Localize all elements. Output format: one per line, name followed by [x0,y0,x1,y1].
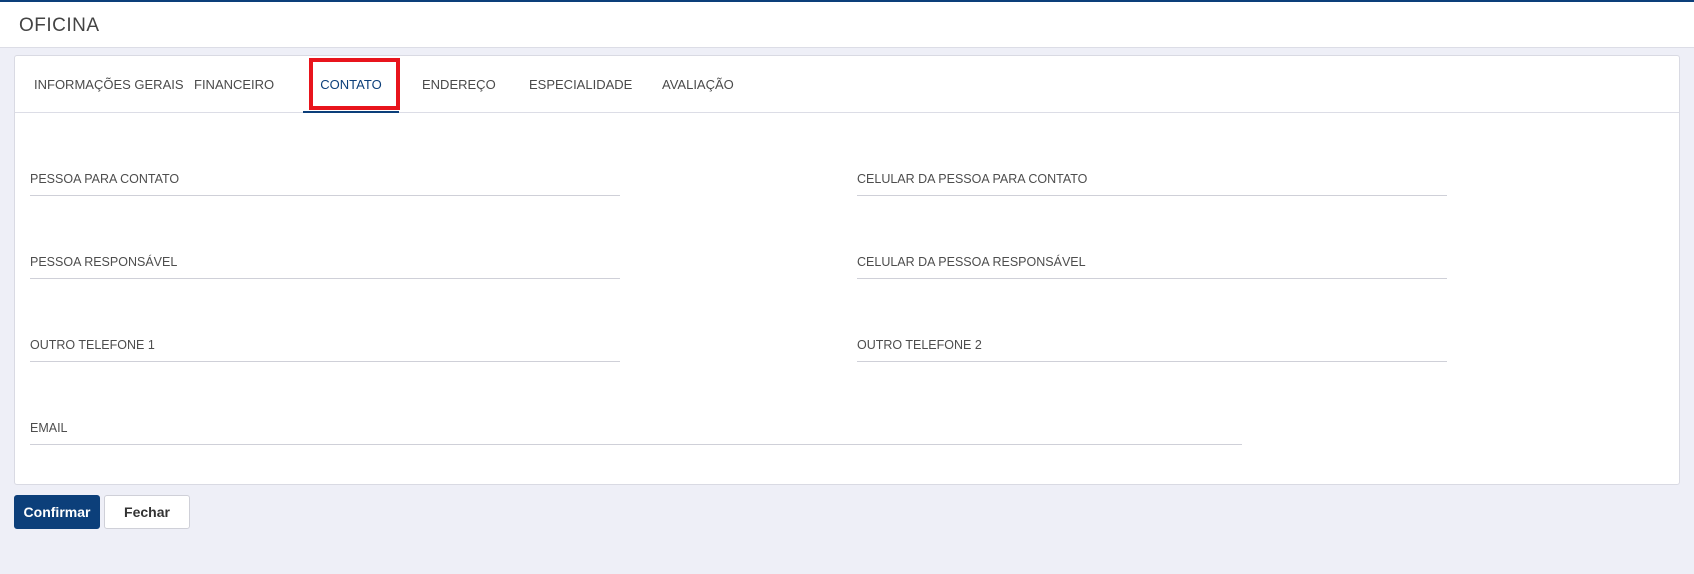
confirm-button[interactable]: Confirmar [14,495,100,529]
other-phone-1-input[interactable] [30,332,620,361]
contact-person-input[interactable] [30,166,620,195]
responsible-person-input[interactable] [30,249,620,278]
tab-bar: INFORMAÇÕES GERAIS FINANCEIRO CONTATO EN… [15,56,1679,113]
tab-informacoes-gerais[interactable]: INFORMAÇÕES GERAIS [34,56,184,113]
email-input[interactable] [30,415,1242,444]
other-phone-1-field[interactable]: OUTRO TELEFONE 1 [30,332,620,362]
form-card: INFORMAÇÕES GERAIS FINANCEIRO CONTATO EN… [14,55,1680,485]
tab-contato[interactable]: CONTATO [303,56,399,113]
tab-endereco[interactable]: ENDEREÇO [422,56,496,113]
tab-especialidade[interactable]: ESPECIALIDADE [529,56,632,113]
responsible-person-field[interactable]: PESSOA RESPONSÁVEL [30,249,620,279]
close-button[interactable]: Fechar [104,495,190,529]
tab-avaliacao[interactable]: AVALIAÇÃO [662,56,734,113]
email-field[interactable]: EMAIL [30,415,1242,445]
other-phone-2-input[interactable] [857,332,1447,361]
tab-financeiro[interactable]: FINANCEIRO [194,56,274,113]
responsible-person-mobile-field[interactable]: CELULAR DA PESSOA RESPONSÁVEL [857,249,1447,279]
contact-person-field[interactable]: PESSOA PARA CONTATO [30,166,620,196]
other-phone-2-field[interactable]: OUTRO TELEFONE 2 [857,332,1447,362]
responsible-person-mobile-input[interactable] [857,249,1447,278]
page-title: OFICINA [19,15,100,36]
contact-person-mobile-input[interactable] [857,166,1447,195]
top-header-bar: OFICINA [0,0,1694,48]
contact-person-mobile-field[interactable]: CELULAR DA PESSOA PARA CONTATO [857,166,1447,196]
